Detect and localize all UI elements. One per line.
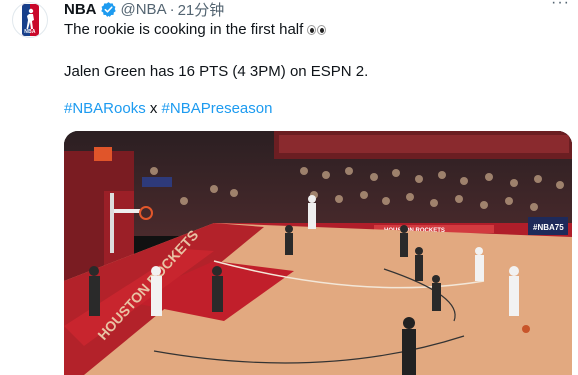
nba75-board-text: #NBA75 xyxy=(533,223,564,232)
tweet-hashtags: #NBARooks x #NBAPreseason xyxy=(64,100,272,117)
tweet-text: The rookie is cooking in the first half xyxy=(64,21,304,38)
tweet-header: NBA @NBA · 21分钟 xyxy=(64,0,225,20)
logoman-icon xyxy=(26,8,34,29)
separator-dot: · xyxy=(169,0,175,18)
eyes-emoji-icon xyxy=(307,24,327,36)
hashtag-nbarooks[interactable]: #NBARooks xyxy=(64,100,146,117)
basketball-game-frame: HOUSTON ROCKETS #NBA75 HOUSTON ROCKETS xyxy=(64,131,572,375)
logo-text: NBA xyxy=(24,29,36,35)
nba-logo: NBA xyxy=(21,4,39,36)
verified-badge-icon xyxy=(100,1,116,17)
hashtag-nbapreseason[interactable]: #NBAPreseason xyxy=(162,100,273,117)
tweet-text-line-1: The rookie is cooking in the first half xyxy=(64,21,327,38)
more-options-icon[interactable]: ··· xyxy=(551,0,570,12)
author-handle[interactable]: @NBA xyxy=(121,1,167,18)
video-media[interactable]: HOUSTON ROCKETS #NBA75 HOUSTON ROCKETS xyxy=(64,131,572,375)
timestamp[interactable]: 21分钟 xyxy=(178,0,225,20)
avatar[interactable]: NBA xyxy=(12,2,48,38)
hashtag-separator: x xyxy=(145,100,162,117)
tweet-text-line-2: Jalen Green has 16 PTS (4 3PM) on ESPN 2… xyxy=(64,63,369,80)
author-name[interactable]: NBA xyxy=(64,1,97,18)
